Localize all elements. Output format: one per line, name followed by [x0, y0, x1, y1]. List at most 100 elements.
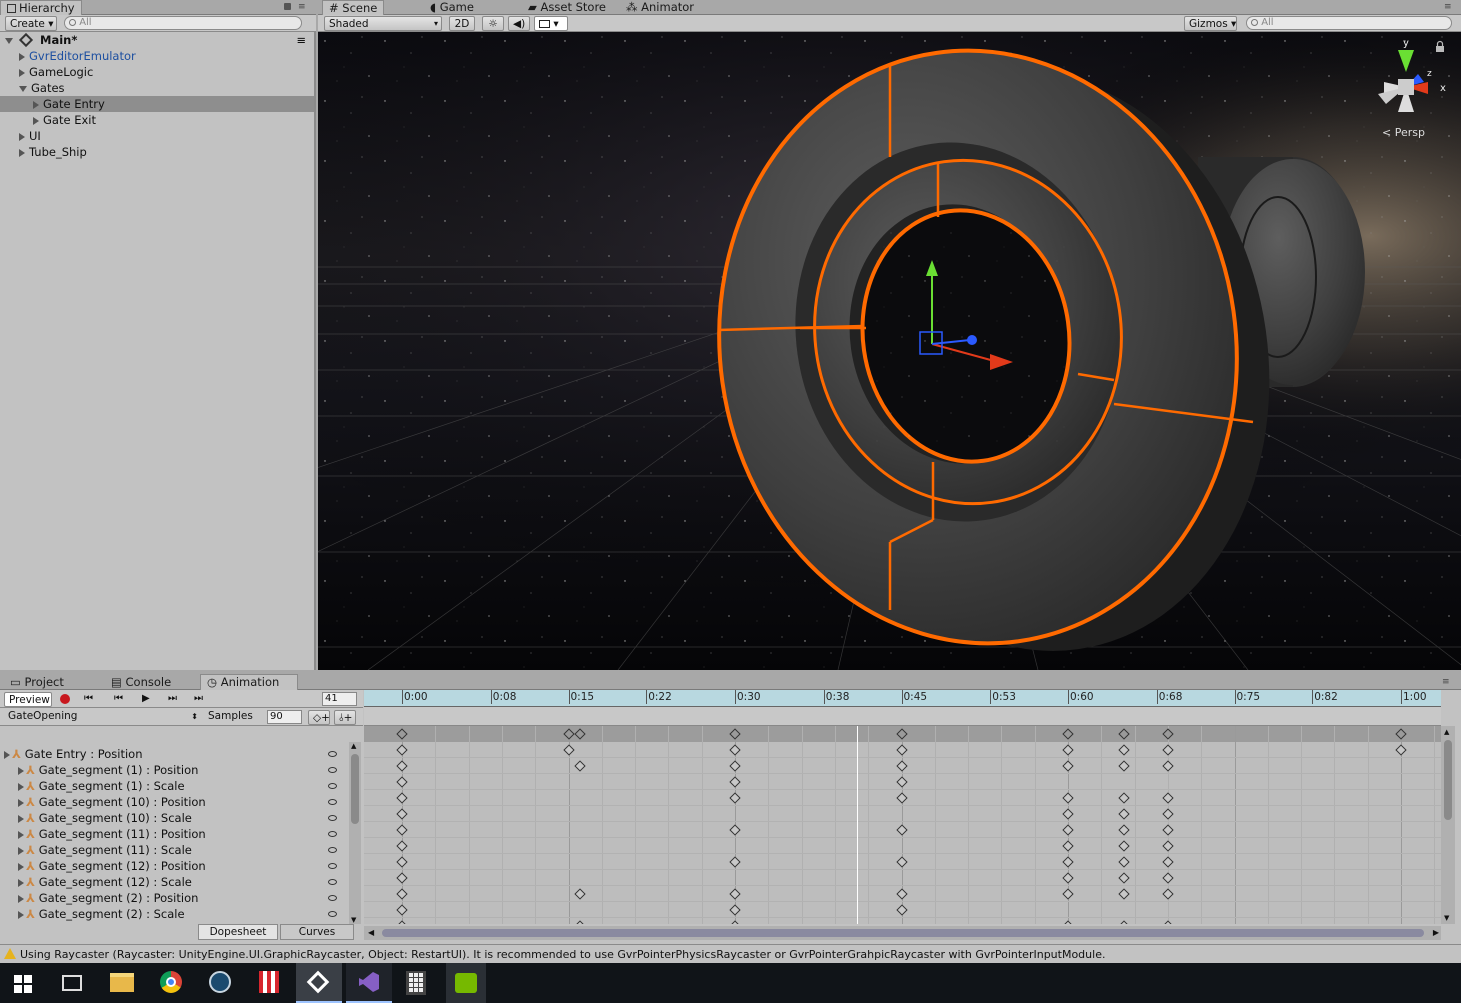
hierarchy-item[interactable]: Tube_Ship [0, 144, 314, 160]
effects-dropdown[interactable]: ▾ [534, 16, 568, 31]
frame-input[interactable]: 41 [322, 692, 357, 706]
keyframe[interactable] [396, 920, 408, 924]
property-row[interactable]: ⅄ Gate_segment (10) : Scale [0, 810, 345, 826]
collapsed-arrow-icon[interactable] [4, 750, 10, 759]
collapsed-arrow-icon[interactable] [18, 798, 24, 807]
visibility-icon[interactable] [328, 895, 337, 901]
collapsed-arrow-icon[interactable] [18, 910, 24, 919]
event-lane[interactable] [364, 707, 1441, 726]
property-row[interactable]: ⅄ Gate_segment (11) : Scale [0, 842, 345, 858]
scene-viewport[interactable]: y z x < Persp [318, 32, 1461, 670]
calculator-icon[interactable] [406, 971, 426, 995]
dopesheet-hscrollbar[interactable]: ◀ ▶ [364, 926, 1441, 940]
property-row[interactable]: ⅄ Gate_segment (2) : Position [0, 890, 345, 906]
property-row[interactable]: ⅄ Gate_segment (12) : Scale [0, 874, 345, 890]
collapsed-arrow-icon[interactable] [19, 52, 25, 61]
scroll-up-arrow-icon[interactable]: ▲ [1444, 728, 1449, 736]
panel-menu-icon[interactable]: ≡ [1444, 3, 1452, 12]
scroll-down-arrow-icon[interactable]: ▼ [351, 916, 356, 924]
expand-arrow-icon[interactable] [5, 37, 13, 44]
play-button[interactable]: ▶ [142, 694, 150, 704]
curves-tab[interactable]: Curves [280, 924, 354, 940]
property-row[interactable]: ⅄ Gate_segment (2) : Scale [0, 906, 345, 922]
collapsed-arrow-icon[interactable] [33, 100, 39, 109]
hierarchy-search-input[interactable]: All [64, 16, 302, 30]
visibility-icon[interactable] [328, 847, 337, 853]
scroll-left-arrow-icon[interactable]: ◀ [368, 928, 374, 937]
keyframe[interactable] [1162, 920, 1174, 924]
visual-studio-icon[interactable] [346, 963, 392, 1003]
keyframe[interactable] [1117, 920, 1130, 924]
keyframe[interactable] [729, 920, 741, 924]
last-keyframe-button[interactable]: ⏭ [194, 694, 203, 704]
lock-icon[interactable] [284, 3, 291, 10]
add-event-button[interactable]: ⫰+ [334, 710, 356, 725]
collapsed-arrow-icon[interactable] [18, 862, 24, 871]
shading-mode-dropdown[interactable]: Shaded ▾ [324, 16, 442, 31]
timeline-ruler[interactable]: 0:00 0:08 0:15 0:22 0:30 0:38 0:45 0:53 0:60 0:68… [364, 690, 1441, 707]
nvidia-icon[interactable] [446, 963, 486, 1003]
collapsed-arrow-icon[interactable] [19, 68, 25, 77]
add-keyframe-button[interactable]: ◇+ [308, 710, 330, 725]
scene-root-row[interactable]: Main* ≡ [0, 32, 314, 48]
lighting-toggle[interactable]: ☼ [482, 16, 504, 31]
property-row[interactable]: ⅄ Gate Entry : Position [0, 746, 345, 762]
windows-start-icon[interactable] [14, 975, 32, 993]
collapsed-arrow-icon[interactable] [18, 878, 24, 887]
scene-menu-icon[interactable]: ≡ [296, 32, 306, 48]
first-keyframe-button[interactable]: ⏮ [84, 694, 93, 704]
collapsed-arrow-icon[interactable] [18, 814, 24, 823]
scroll-thumb[interactable] [351, 754, 359, 824]
next-keyframe-button[interactable]: ⏭ [168, 694, 177, 704]
audio-toggle[interactable]: ◀) [508, 16, 530, 31]
property-row[interactable]: ⅄ Gate_segment (1) : Scale [0, 778, 345, 794]
dopesheet-area[interactable] [364, 726, 1441, 924]
tab-scene[interactable]: # Scene [322, 0, 385, 16]
2d-toggle[interactable]: 2D [449, 16, 475, 31]
tab-console[interactable]: ▤ Console [105, 675, 177, 690]
keyframe[interactable] [1062, 920, 1074, 924]
tab-project[interactable]: ▭ Project [4, 675, 70, 690]
property-row[interactable]: ⅄ Gate_segment (10) : Position [0, 794, 345, 810]
collapsed-arrow-icon[interactable] [18, 846, 24, 855]
tab-animation[interactable]: ◷ Animation [200, 674, 298, 690]
tab-animator[interactable]: ⁂ Animator [620, 0, 700, 15]
scroll-thumb[interactable] [1444, 740, 1452, 820]
property-row[interactable]: ⅄ Gate_segment (11) : Position [0, 826, 345, 842]
collapsed-arrow-icon[interactable] [33, 116, 39, 125]
persp-label[interactable]: < Persp [1382, 126, 1425, 139]
collapsed-arrow-icon[interactable] [18, 766, 24, 775]
unity-icon[interactable] [296, 963, 342, 1003]
visibility-icon[interactable] [328, 815, 337, 821]
panel-menu-icon[interactable]: ≡ [298, 3, 306, 12]
property-scrollbar[interactable]: ▲ ▼ [349, 742, 361, 924]
visibility-icon[interactable] [328, 911, 337, 917]
collapsed-arrow-icon[interactable] [19, 148, 25, 157]
property-row[interactable]: ⅄ Gate_segment (12) : Position [0, 858, 345, 874]
hierarchy-item[interactable]: Gate Exit [0, 112, 314, 128]
prev-keyframe-button[interactable]: ⏮ [114, 694, 123, 704]
collapsed-arrow-icon[interactable] [18, 782, 24, 791]
record-button[interactable] [60, 694, 70, 704]
tab-asset-store[interactable]: ▰ Asset Store [522, 0, 612, 15]
tab-hierarchy[interactable]: Hierarchy [0, 0, 82, 16]
tab-game[interactable]: ◖ Game [424, 0, 480, 15]
visibility-icon[interactable] [328, 831, 337, 837]
gizmos-dropdown[interactable]: Gizmos ▾ [1184, 16, 1237, 31]
visibility-icon[interactable] [328, 879, 337, 885]
collapsed-arrow-icon[interactable] [18, 830, 24, 839]
chrome-icon[interactable] [160, 971, 182, 993]
steam-icon[interactable] [209, 971, 231, 993]
expanded-arrow-icon[interactable] [19, 85, 27, 92]
samples-input[interactable]: 90 [267, 710, 302, 724]
scroll-down-arrow-icon[interactable]: ▼ [1444, 914, 1449, 922]
scroll-up-arrow-icon[interactable]: ▲ [351, 742, 356, 750]
visibility-icon[interactable] [328, 799, 337, 805]
dopesheet-vscrollbar[interactable]: ▲ ▼ [1441, 726, 1455, 924]
collapsed-arrow-icon[interactable] [18, 894, 24, 903]
scroll-right-arrow-icon[interactable]: ▶ [1433, 928, 1439, 937]
hierarchy-item[interactable]: GvrEditorEmulator [0, 48, 314, 64]
hierarchy-item[interactable]: Gate Entry [0, 96, 314, 112]
visibility-icon[interactable] [328, 751, 337, 757]
create-button[interactable]: Create ▾ [5, 16, 57, 31]
